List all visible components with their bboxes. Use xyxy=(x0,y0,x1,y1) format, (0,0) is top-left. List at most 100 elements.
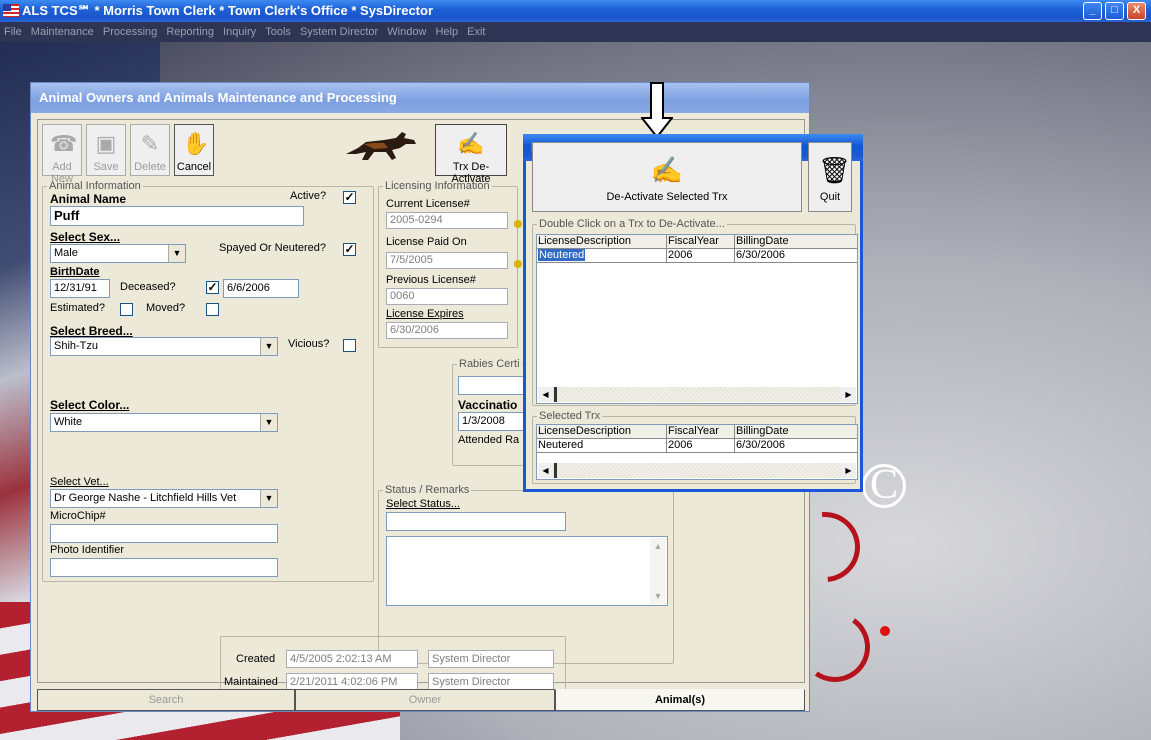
cancel-button[interactable]: ✋ Cancel xyxy=(174,124,214,176)
rabies-certificate-field[interactable] xyxy=(458,376,528,395)
billing-date-cell: 6/30/2006 xyxy=(736,249,785,261)
chevron-down-icon[interactable]: ▼ xyxy=(168,245,185,262)
license-paid-on-label: License Paid On xyxy=(386,236,467,248)
photo-identifier-field[interactable] xyxy=(50,558,278,577)
close-button[interactable]: X xyxy=(1127,2,1146,20)
vicious-label: Vicious? xyxy=(288,338,330,350)
menu-exit[interactable]: Exit xyxy=(467,22,485,42)
license-description-cell: Neutered xyxy=(537,439,667,452)
table-row[interactable]: Neutered 2006 6/30/2006 xyxy=(537,439,857,453)
delete-button[interactable]: ✎ Delete xyxy=(130,124,170,176)
trash-can-icon: 🗑 xyxy=(818,155,852,185)
quit-button[interactable]: 🗑 Quit xyxy=(808,142,852,212)
hand-document-icon: ✍ xyxy=(650,155,684,185)
menu-help[interactable]: Help xyxy=(435,22,458,42)
tab-search[interactable]: Search xyxy=(37,689,295,711)
status-remarks-legend: Status / Remarks xyxy=(385,484,470,496)
remarks-textarea[interactable]: ▲ ▼ xyxy=(386,536,668,606)
restore-button[interactable]: □ xyxy=(1105,2,1124,20)
scroll-left-icon[interactable]: ◀ xyxy=(538,463,553,478)
scroll-thumb[interactable] xyxy=(554,387,557,402)
scroll-right-icon[interactable]: ▶ xyxy=(841,463,856,478)
chevron-down-icon[interactable]: ▼ xyxy=(260,414,277,431)
column-header-license-description[interactable]: LicenseDescription xyxy=(537,235,667,248)
selected-grid-scrollbar[interactable]: ◀ ▶ xyxy=(538,463,856,478)
selected-trx-grid[interactable]: LicenseDescription FiscalYear BillingDat… xyxy=(536,424,858,480)
birthdate-field[interactable]: 12/31/91 xyxy=(50,279,110,298)
menu-bar: File Maintenance Processing Reporting In… xyxy=(0,22,1151,42)
scroll-left-icon[interactable]: ◀ xyxy=(538,387,553,402)
column-header-license-description[interactable]: LicenseDescription xyxy=(537,425,667,438)
deceased-date-field[interactable]: 6/6/2006 xyxy=(223,279,299,298)
vaccination-label: Vaccinatio xyxy=(458,398,518,412)
microchip-field[interactable] xyxy=(50,524,278,543)
minimize-button[interactable]: _ xyxy=(1083,2,1102,20)
menu-tools[interactable]: Tools xyxy=(265,22,291,42)
selected-trx-legend: Selected Trx xyxy=(539,410,601,422)
active-label: Active? xyxy=(290,190,327,202)
column-header-fiscal-year[interactable]: FiscalYear xyxy=(667,425,735,438)
scroll-down-icon[interactable]: ▼ xyxy=(650,588,666,604)
created-date-field: 4/5/2005 2:02:13 AM xyxy=(286,650,418,668)
estimated-checkbox[interactable] xyxy=(120,303,133,316)
license-paid-on-field[interactable]: 7/5/2005 xyxy=(386,252,508,269)
column-header-fiscal-year[interactable]: FiscalYear xyxy=(667,235,735,248)
license-expires-field[interactable]: 6/30/2006 xyxy=(386,322,508,339)
scroll-up-icon[interactable]: ▲ xyxy=(650,538,666,554)
birthdate-label: BirthDate xyxy=(50,266,100,278)
add-new-button[interactable]: ☎ Add New xyxy=(42,124,82,185)
animal-name-field[interactable]: Puff xyxy=(50,206,304,226)
menu-system-director[interactable]: System Director xyxy=(300,22,378,42)
active-checkbox[interactable]: ✓ xyxy=(343,191,356,204)
save-button[interactable]: ▣ Save xyxy=(86,124,126,176)
spayed-neutered-checkbox[interactable]: ✓ xyxy=(343,243,356,256)
previous-license-field[interactable]: 0060 xyxy=(386,288,508,305)
current-license-field[interactable]: 2005-0294 xyxy=(386,212,508,229)
remarks-scrollbar[interactable]: ▲ ▼ xyxy=(650,538,666,604)
column-header-billing-date[interactable]: BillingDate xyxy=(735,235,857,248)
license-expires-label: License Expires xyxy=(386,308,464,320)
table-row[interactable]: Neutered 2006 6/30/2006 xyxy=(537,249,857,263)
menu-file[interactable]: File xyxy=(4,22,22,42)
menu-inquiry[interactable]: Inquiry xyxy=(223,22,256,42)
menu-window[interactable]: Window xyxy=(387,22,426,42)
vet-select[interactable]: Dr George Nashe - Litchfield Hills Vet ▼ xyxy=(50,489,278,508)
microchip-label: MicroChip# xyxy=(50,510,106,522)
select-status-label: Select Status... xyxy=(386,498,460,510)
menu-reporting[interactable]: Reporting xyxy=(166,22,214,42)
deactivate-selected-trx-button[interactable]: ✍ De-Activate Selected Trx xyxy=(532,142,802,212)
trx-deactivate-button[interactable]: ✍ Trx De-Activate xyxy=(435,124,507,185)
spayed-neutered-label: Spayed Or Neutered? xyxy=(219,242,327,254)
current-license-label: Current License# xyxy=(386,198,470,210)
chevron-down-icon[interactable]: ▼ xyxy=(260,490,277,507)
save-label: Save xyxy=(93,161,119,173)
tab-animals[interactable]: Animal(s) xyxy=(555,689,805,711)
trx-grid[interactable]: LicenseDescription FiscalYear BillingDat… xyxy=(536,234,858,404)
column-header-billing-date[interactable]: BillingDate xyxy=(735,425,857,438)
created-label: Created xyxy=(236,653,276,665)
status-select[interactable] xyxy=(386,512,566,531)
deactivate-selected-trx-label: De-Activate Selected Trx xyxy=(606,191,728,203)
color-select[interactable]: White ▼ xyxy=(50,413,278,432)
tab-owner[interactable]: Owner xyxy=(295,689,555,711)
scroll-right-icon[interactable]: ▶ xyxy=(841,387,856,402)
chevron-down-icon[interactable]: ▼ xyxy=(260,338,277,355)
select-sex-label: Select Sex... xyxy=(50,230,121,244)
sex-select[interactable]: Male ▼ xyxy=(50,244,186,263)
flag-icon xyxy=(3,4,19,17)
vicious-checkbox[interactable] xyxy=(343,339,356,352)
menu-processing[interactable]: Processing xyxy=(103,22,157,42)
trx-grid-scrollbar[interactable]: ◀ ▶ xyxy=(538,387,856,402)
fiscal-year-cell: 2006 xyxy=(667,249,735,262)
created-by-field: System Director xyxy=(428,650,554,668)
rabies-certificate-legend: Rabies Certi xyxy=(459,358,520,370)
breed-select[interactable]: Shih-Tzu ▼ xyxy=(50,337,278,356)
menu-maintenance[interactable]: Maintenance xyxy=(31,22,94,42)
quit-label: Quit xyxy=(819,191,841,203)
scroll-thumb[interactable] xyxy=(554,463,557,478)
eraser-icon: ✎ xyxy=(140,131,160,156)
selected-text: Neutered xyxy=(538,249,586,261)
vaccination-date-field[interactable]: 1/3/2008 xyxy=(458,412,528,431)
deceased-checkbox[interactable]: ✓ xyxy=(206,281,219,294)
moved-checkbox[interactable] xyxy=(206,303,219,316)
